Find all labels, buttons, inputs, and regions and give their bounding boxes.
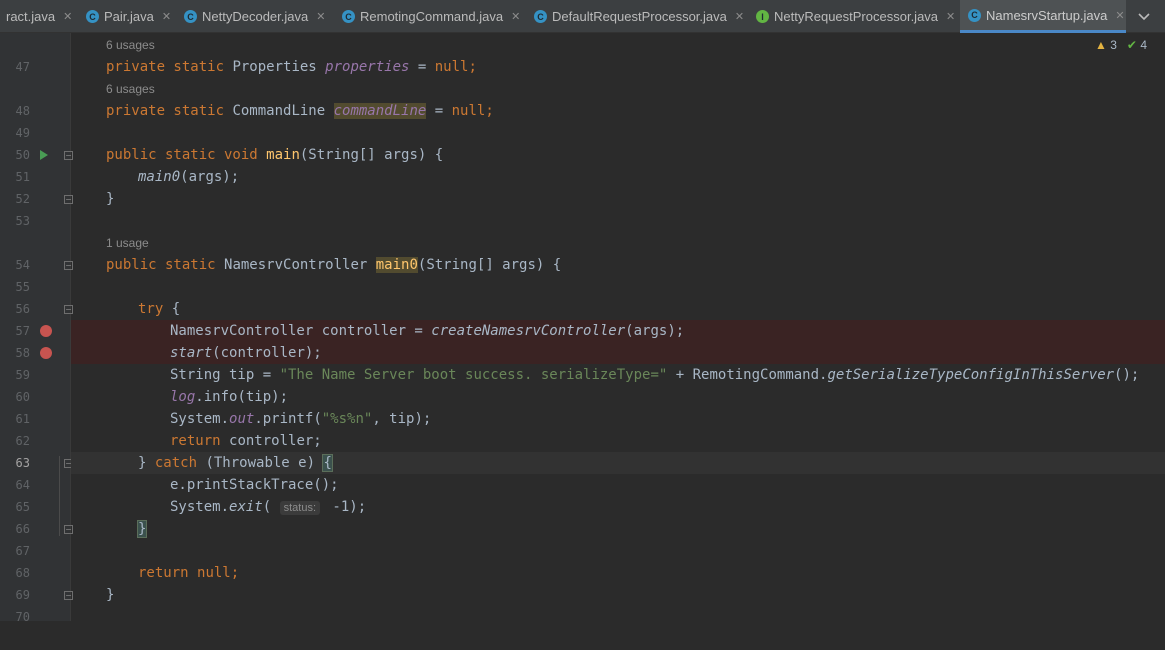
class-icon: C (968, 8, 981, 22)
tab-netty-decoder[interactable]: C NettyDecoder.java ✕ (184, 0, 334, 33)
line-number: 58 (15, 346, 30, 360)
tab-abstract[interactable]: ract.java ✕ (0, 0, 78, 33)
class-icon: C (86, 10, 99, 23)
close-icon[interactable]: ✕ (63, 10, 72, 23)
class-icon: C (184, 10, 197, 23)
line-number: 70 (15, 610, 30, 624)
code-line-breakpoint: NamesrvController controller = createNam… (71, 320, 1165, 342)
line-number: 64 (15, 478, 30, 492)
tab-label: DefaultRequestProcessor.java (552, 9, 727, 24)
tab-label: NettyDecoder.java (202, 9, 309, 24)
close-icon[interactable]: ✕ (735, 10, 744, 23)
tab-label: RemotingCommand.java (360, 9, 504, 24)
code-line: System.exit( status: -1); (170, 499, 367, 515)
tab-label: NamesrvStartup.java (986, 7, 1108, 23)
code-line-current: } catch (Throwable e) { (71, 452, 1165, 474)
tab-label: ract.java (6, 9, 56, 24)
warning-icon: ▲ (1094, 38, 1107, 52)
line-number: 67 (15, 544, 30, 558)
code-line: log.info(tip); (170, 389, 289, 405)
class-icon: C (534, 10, 547, 23)
line-number: 56 (15, 302, 30, 316)
line-number: 68 (15, 566, 30, 580)
code-line: public static NamesrvController main0(St… (106, 257, 562, 273)
usages-hint[interactable]: 6 usages (106, 34, 155, 56)
tab-namesrv-startup[interactable]: C NamesrvStartup.java ✕ (960, 0, 1126, 33)
class-icon: C (342, 10, 355, 23)
close-icon[interactable]: ✕ (162, 10, 171, 23)
code-line: private static Properties properties = n… (106, 59, 477, 75)
line-number: 51 (15, 170, 30, 184)
tab-list-menu[interactable] (1129, 0, 1159, 33)
code-line: e.printStackTrace(); (170, 477, 339, 493)
parameter-hint: status: (279, 501, 320, 515)
line-number: 57 (15, 324, 30, 338)
inspection-widget[interactable]: ▲ 3 ✔ 4 (1095, 38, 1147, 52)
line-number: 52 (15, 192, 30, 206)
line-number: 69 (15, 588, 30, 602)
line-number: 60 (15, 390, 30, 404)
usages-hint[interactable]: 1 usage (106, 232, 149, 254)
editor-tab-bar: ract.java ✕ C Pair.java ✕ C NettyDecoder… (0, 0, 1165, 33)
line-number: 66 (15, 522, 30, 536)
code-line: } (136, 520, 148, 538)
line-number: 53 (15, 214, 30, 228)
line-number: 49 (15, 126, 30, 140)
interface-icon: I (756, 10, 769, 23)
line-number: 59 (15, 368, 30, 382)
tab-label: Pair.java (104, 9, 154, 24)
close-icon[interactable]: ✕ (946, 10, 955, 23)
code-line: System.out.printf("%s%n", tip); (170, 411, 432, 427)
code-line-breakpoint: start(controller); (71, 342, 1165, 364)
usages-hint[interactable]: 6 usages (106, 78, 155, 100)
code-line: private static CommandLine commandLine =… (106, 103, 494, 119)
tab-label: NettyRequestProcessor.java (774, 9, 939, 24)
code-line: try { (138, 301, 181, 317)
line-number: 65 (15, 500, 30, 514)
breakpoint-icon[interactable] (40, 347, 52, 359)
line-number: 61 (15, 412, 30, 426)
line-number: 50 (15, 148, 30, 162)
close-icon[interactable]: ✕ (511, 10, 520, 23)
code-line: } (106, 587, 115, 603)
chevron-down-icon (1138, 12, 1150, 20)
code-line: } (106, 191, 115, 207)
tab-remoting-command[interactable]: C RemotingCommand.java ✕ (342, 0, 528, 33)
line-number: 54 (15, 258, 30, 272)
tab-netty-request-processor[interactable]: I NettyRequestProcessor.java ✕ (756, 0, 956, 33)
line-number-current: 63 (15, 456, 30, 470)
line-number: 48 (15, 104, 30, 118)
close-icon[interactable]: ✕ (316, 10, 325, 23)
line-number: 55 (15, 280, 30, 294)
line-number: 47 (15, 60, 30, 74)
code-line: main0(args); (138, 169, 240, 185)
code-editor[interactable]: 6 usages private static Properties prope… (71, 33, 1165, 621)
code-line: return null; (138, 565, 240, 581)
line-number: 62 (15, 434, 30, 448)
code-line: return controller; (170, 433, 322, 449)
code-line: public static void main(String[] args) { (106, 147, 444, 163)
check-icon: ✔ (1126, 38, 1137, 52)
tab-default-request-processor[interactable]: C DefaultRequestProcessor.java ✕ (534, 0, 748, 33)
code-line: String tip = "The Name Server boot succe… (170, 367, 1140, 383)
close-icon[interactable]: ✕ (1115, 9, 1124, 22)
run-gutter-icon[interactable] (40, 150, 48, 160)
tab-pair[interactable]: C Pair.java ✕ (86, 0, 174, 33)
breakpoint-icon[interactable] (40, 325, 52, 337)
